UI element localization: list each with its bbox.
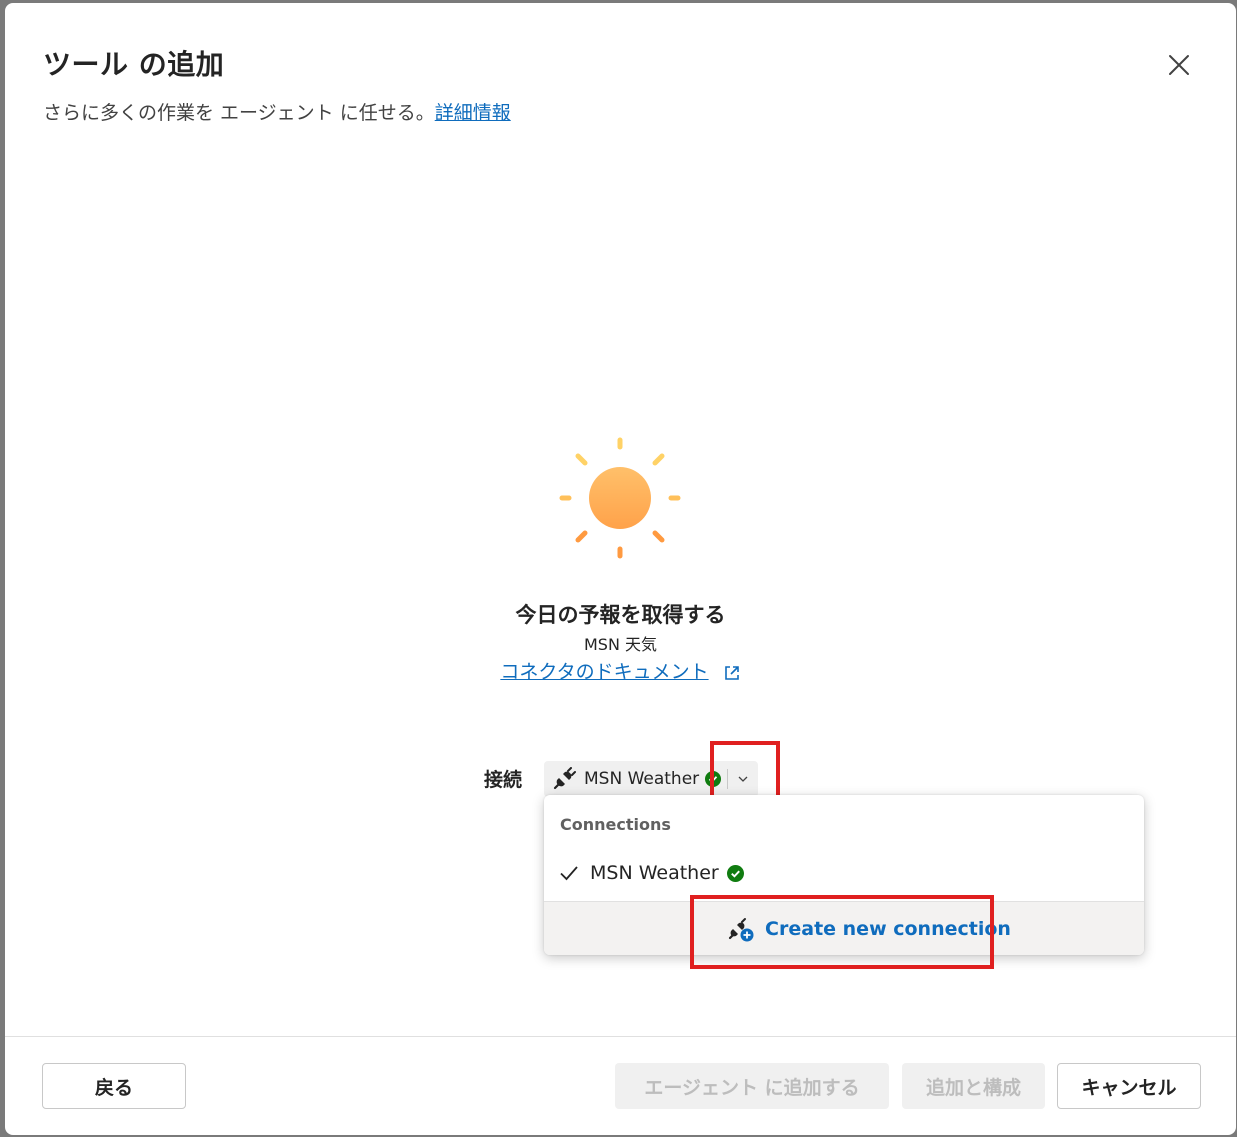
back-button[interactable]: 戻る (42, 1063, 186, 1109)
highlight-box-create-connection (690, 895, 994, 969)
connection-option[interactable]: MSN Weather (544, 851, 1144, 895)
connection-label: 接続 (484, 769, 523, 791)
close-button[interactable] (1163, 49, 1195, 81)
tool-name: 今日の予報を取得する (515, 603, 726, 627)
cancel-button[interactable]: キャンセル (1057, 1063, 1201, 1109)
add-to-agent-button[interactable]: エージェント に追加する (615, 1063, 889, 1109)
dropdown-header: Connections (560, 815, 671, 834)
external-link-icon (724, 665, 739, 680)
doc-link-row: コネクタのドキュメント (5, 657, 1236, 684)
add-and-configure-button[interactable]: 追加と構成 (902, 1063, 1045, 1109)
learn-more-link[interactable]: 詳細情報 (435, 102, 511, 124)
footer-divider (5, 1036, 1236, 1037)
dialog-subtitle: さらに多くの作業を エージェント に任せる。詳細情報 (43, 98, 511, 125)
add-tool-dialog: ツール の追加 さらに多くの作業を エージェント に任せる。詳細情報 今日の予報… (5, 3, 1236, 1135)
connector-doc-link[interactable]: コネクタのドキュメント (500, 661, 708, 683)
connection-option-label: MSN Weather (590, 862, 719, 884)
checkmark-icon (558, 862, 580, 884)
tool-provider: MSN 天気 (583, 635, 658, 654)
connection-value: MSN Weather (584, 769, 700, 789)
plug-icon (552, 767, 576, 791)
subtitle-text: さらに多くの作業を エージェント に任せる。 (43, 102, 435, 124)
sun-icon (559, 437, 681, 559)
dialog-title: ツール の追加 (43, 48, 225, 81)
connected-status-icon (726, 864, 744, 882)
close-icon (1169, 55, 1189, 75)
